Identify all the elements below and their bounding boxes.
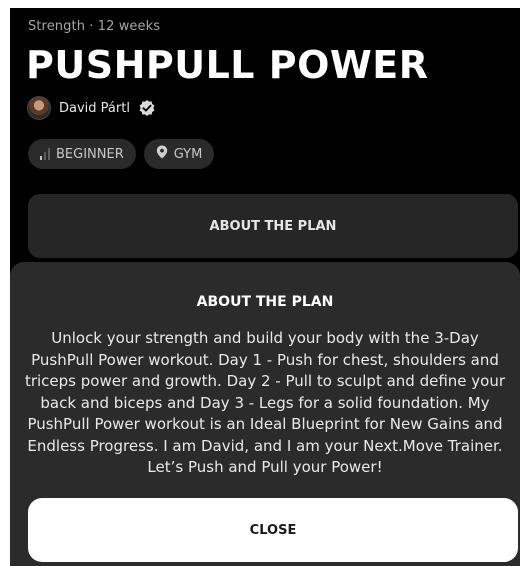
difficulty-chip: BEGINNER xyxy=(28,139,136,169)
plan-description: Unlock your strength and build your body… xyxy=(24,329,506,476)
location-chip: GYM xyxy=(143,139,215,169)
location-pin-icon xyxy=(156,145,168,163)
plan-detail-screen: Strength · 12 weeks PUSHPULL POWER David… xyxy=(10,8,520,566)
author-row[interactable]: David Pártl xyxy=(27,96,156,120)
about-the-plan-button[interactable]: ABOUT THE PLAN xyxy=(28,194,518,258)
plan-category: Strength · 12 weeks xyxy=(28,19,161,34)
difficulty-bars-icon xyxy=(40,148,50,160)
plan-tags: BEGINNER GYM xyxy=(28,139,215,169)
location-label: GYM xyxy=(173,146,203,162)
verified-badge-icon xyxy=(138,99,156,117)
about-plan-sheet: ABOUT THE PLAN Unlock your strength and … xyxy=(10,262,520,566)
author-name[interactable]: David Pártl xyxy=(59,101,130,116)
avatar[interactable] xyxy=(27,96,51,120)
close-button[interactable]: CLOSE xyxy=(28,498,518,562)
difficulty-label: BEGINNER xyxy=(56,146,124,162)
sheet-title: ABOUT THE PLAN xyxy=(196,294,334,310)
plan-title: PUSHPULL POWER xyxy=(26,43,429,87)
